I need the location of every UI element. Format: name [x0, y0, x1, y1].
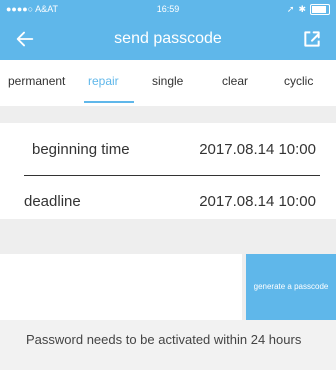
passcode-type-tabs: permanent repair single clear cyclic: [0, 60, 336, 106]
bluetooth-icon: ✱: [298, 4, 306, 14]
deadline-label: deadline: [24, 193, 81, 210]
time-settings-card: beginning time 2017.08.14 10:00 deadline…: [0, 123, 336, 219]
tab-permanent[interactable]: permanent: [8, 74, 65, 88]
beginning-time-label: beginning time: [32, 141, 130, 158]
active-tab-indicator: [84, 101, 134, 103]
deadline-value: 2017.08.14 10:00: [199, 193, 316, 210]
deadline-row[interactable]: deadline 2017.08.14 10:00: [0, 181, 336, 221]
page-title: send passcode: [114, 30, 222, 47]
tab-single[interactable]: single: [152, 74, 183, 88]
location-icon: ➚: [286, 4, 295, 14]
battery-icon: [310, 4, 330, 15]
status-bar: ●●●●○ A&AT 16:59 ➚ ✱: [0, 0, 336, 20]
status-right: ➚ ✱: [287, 4, 330, 15]
activation-notice: Password needs to be activated within 24…: [0, 320, 336, 370]
beginning-time-row[interactable]: beginning time 2017.08.14 10:00: [0, 129, 336, 169]
row-divider: [24, 175, 320, 176]
status-time: 16:59: [156, 4, 180, 14]
app-header: send passcode: [0, 20, 336, 60]
beginning-time-value: 2017.08.14 10:00: [199, 141, 316, 158]
generate-passcode-button[interactable]: generate a passcode: [246, 254, 336, 320]
share-icon[interactable]: [302, 29, 322, 49]
tab-clear[interactable]: clear: [222, 74, 248, 88]
tab-cyclic[interactable]: cyclic: [284, 74, 313, 88]
passcode-display-area: [0, 254, 242, 320]
activation-notice-text: Password needs to be activated within 24…: [26, 332, 302, 347]
tab-repair[interactable]: repair: [88, 74, 119, 88]
